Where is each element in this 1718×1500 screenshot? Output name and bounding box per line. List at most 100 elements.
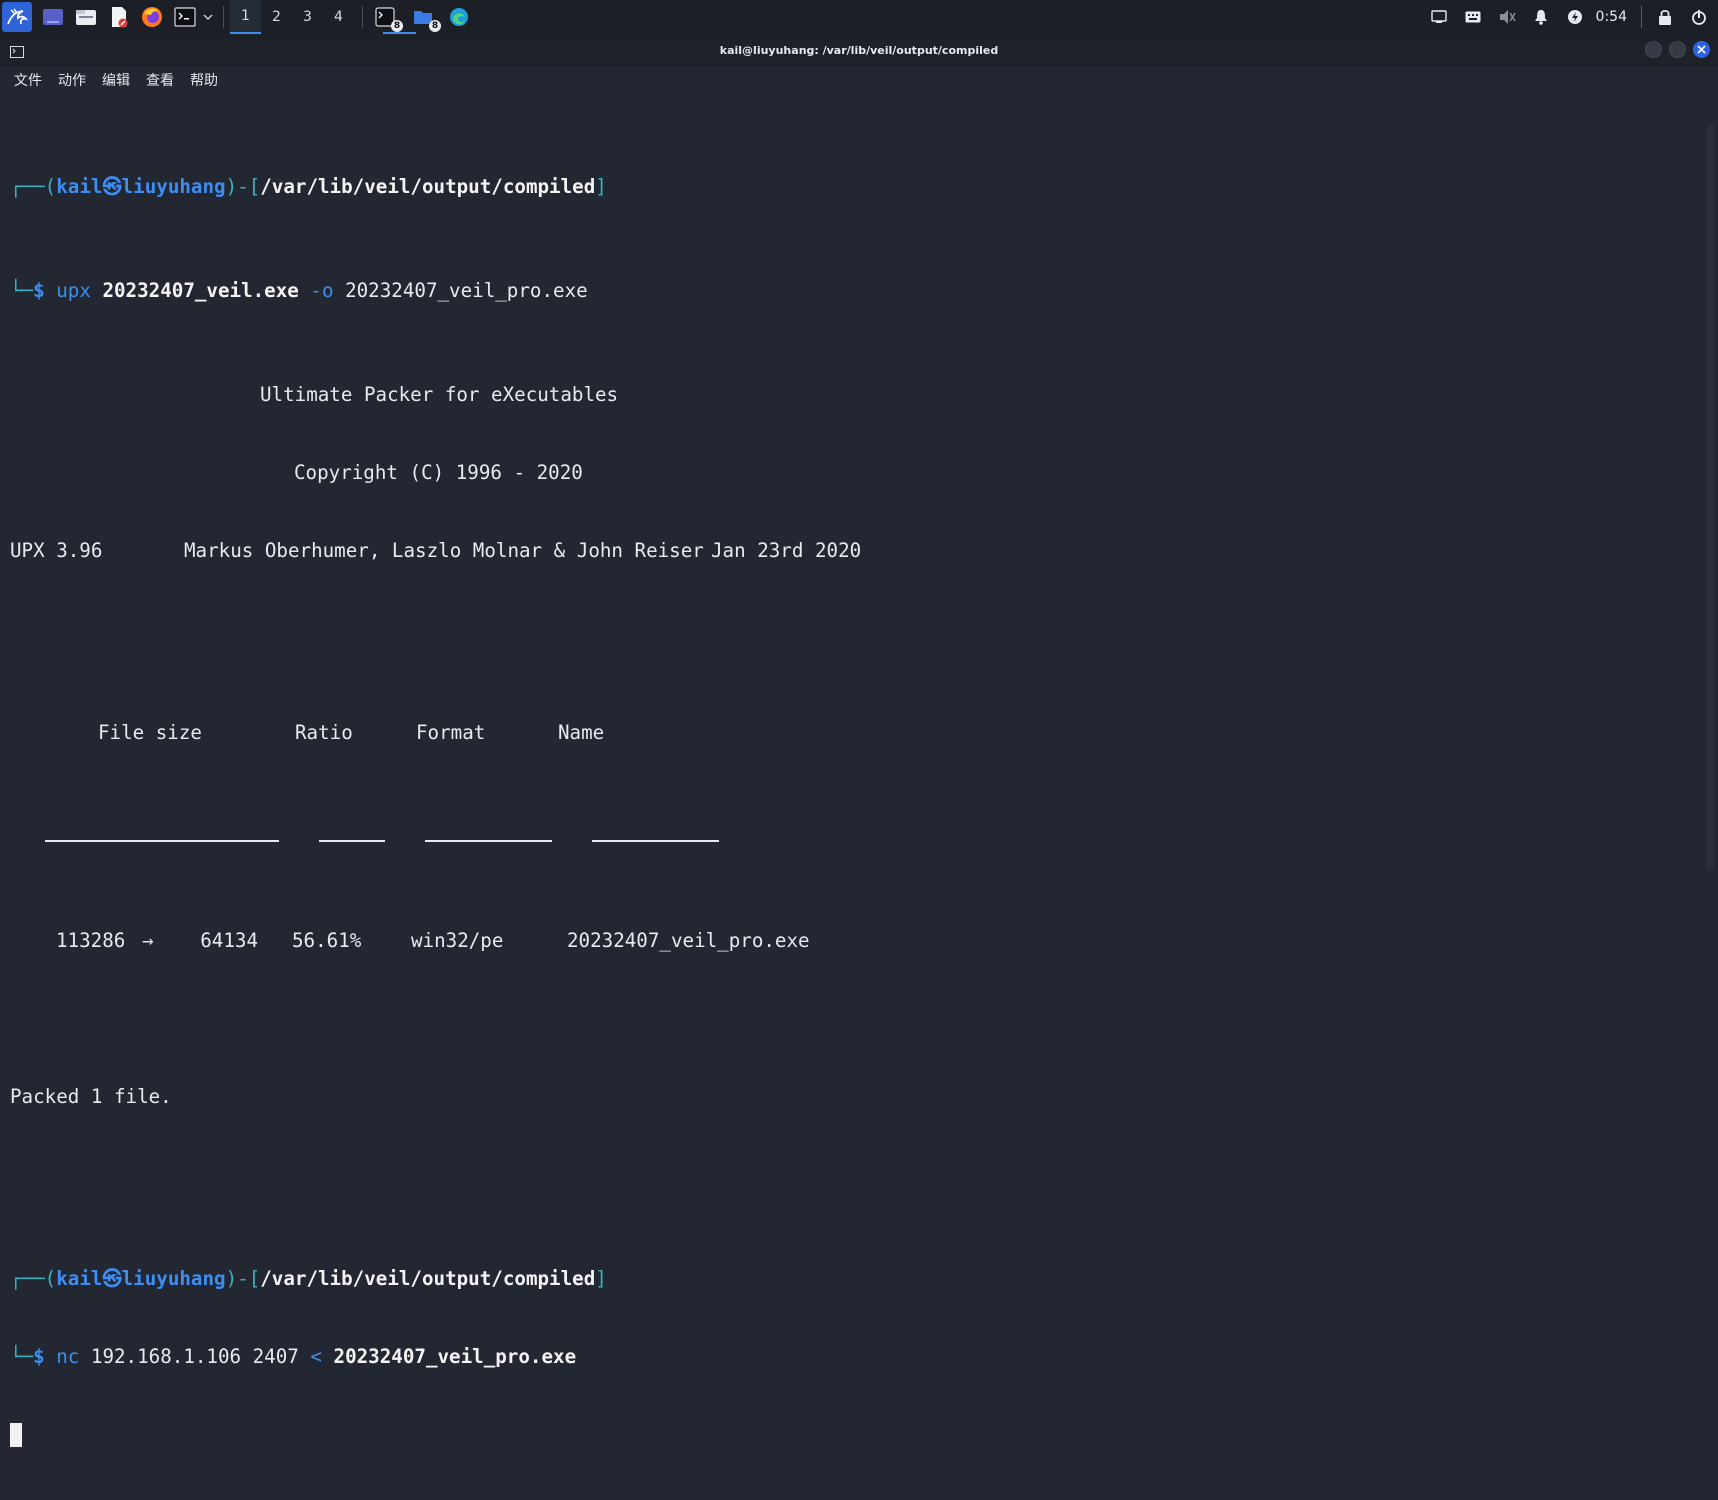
upx-date: Jan 23rd 2020 [711, 539, 862, 562]
terminal-output[interactable]: ┌──(kail㉿liuyuhang)-[/var/lib/veil/outpu… [10, 96, 861, 1500]
system-tray: 0:54 [1422, 0, 1718, 34]
cell-name: 20232407_veil_pro.exe [567, 929, 810, 952]
table-rule [319, 824, 385, 842]
close-icon [1697, 45, 1706, 54]
prompt-line: ┌──(kail㉿liuyuhang)-[/var/lib/veil/outpu… [10, 1267, 607, 1290]
command-arg: 20232407_veil_pro.exe [345, 279, 588, 302]
prompt-user: kail [56, 175, 103, 198]
terminal-window-icon[interactable] [10, 43, 24, 62]
command-args: 192.168.1.106 2407 [90, 1345, 299, 1368]
upx-banner-title: Ultimate Packer for eXecutables [260, 383, 619, 406]
cell-packed-size: 64134 [200, 929, 258, 952]
keyboard-icon[interactable] [1464, 8, 1482, 26]
cell-ratio: 56.61% [292, 929, 362, 952]
scrollbar[interactable] [1706, 124, 1714, 870]
command-line: └─$ nc 192.168.1.106 2407 < 20232407_vei… [10, 1345, 577, 1368]
cell-original-size: 113286 [56, 929, 126, 952]
upx-version: UPX 3.96 [10, 539, 103, 562]
output-line: Packed 1 file. [10, 1084, 861, 1110]
cell-format: win32/pe [411, 929, 504, 952]
files-task-badge: 8 [429, 20, 441, 32]
workspace-4[interactable]: 4 [323, 0, 354, 34]
notification-bell-icon[interactable] [1532, 8, 1550, 26]
prompt-at-symbol: ㉿ [102, 175, 122, 198]
command-arg: 20232407_veil_pro.exe [333, 1345, 577, 1368]
logout-icon[interactable] [1690, 8, 1708, 26]
chevron-down-icon[interactable] [201, 5, 215, 29]
workspace-1[interactable]: 1 [230, 0, 261, 34]
prompt-host: liuyuhang [121, 1267, 226, 1290]
text-editor-icon[interactable] [107, 5, 131, 29]
kali-menu-icon[interactable] [2, 2, 32, 32]
prompt-host: liuyuhang [121, 175, 226, 198]
menu-actions[interactable]: 动作 [50, 70, 94, 90]
clock[interactable]: 0:54 [1596, 9, 1627, 25]
terminal-task-icon[interactable]: 8 [373, 5, 403, 32]
terminal-cursor [10, 1423, 22, 1447]
header-file-size: File size [98, 721, 202, 744]
table-rule [592, 824, 719, 842]
maximize-button[interactable] [1669, 41, 1686, 58]
menu-bar: 文件 动作 编辑 查看 帮助 [0, 66, 1718, 94]
edge-browser-icon[interactable] [447, 5, 471, 29]
command-redirect: < [310, 1345, 322, 1368]
table-rule [45, 824, 279, 842]
minimize-button[interactable] [1645, 41, 1662, 58]
window-title: kail@liuyuhang: /var/lib/veil/output/com… [719, 43, 999, 57]
menu-help[interactable]: 帮助 [182, 70, 226, 90]
table-rule [425, 824, 552, 842]
prompt-line: ┌──(kail㉿liuyuhang)-[/var/lib/veil/outpu… [10, 175, 607, 198]
pack-result: Packed 1 file. [10, 1085, 172, 1108]
upx-authors: Markus Oberhumer, Laszlo Molnar & John R… [184, 539, 704, 562]
header-ratio: Ratio [295, 721, 353, 744]
arrow-icon: → [142, 929, 154, 952]
menu-file[interactable]: 文件 [6, 70, 50, 90]
prompt-user: kail [56, 1267, 103, 1290]
command-flag: -o [310, 279, 334, 302]
title-bar[interactable]: kail@liuyuhang: /var/lib/veil/output/com… [0, 34, 1718, 66]
prompt-dollar: $ [33, 279, 45, 302]
prompt-path: /var/lib/veil/output/compiled [260, 175, 596, 198]
prompt-dollar: $ [33, 1345, 45, 1368]
taskbar-left: 1 2 3 4 8 8 [0, 0, 471, 34]
workspace-3[interactable]: 3 [292, 0, 323, 34]
terminal-window: kail@liuyuhang: /var/lib/veil/output/com… [0, 34, 1718, 1447]
command-line: └─$ upx 20232407_veil.exe -o 20232407_ve… [10, 279, 588, 302]
taskbar: 1 2 3 4 8 8 0:54 [0, 0, 1718, 34]
lock-screen-icon[interactable] [1656, 8, 1674, 26]
volume-muted-icon[interactable] [1498, 8, 1516, 26]
output-line: UPX 3.96 Markus Oberhumer, Laszlo Molnar … [10, 538, 861, 564]
power-manager-icon[interactable] [1566, 8, 1584, 26]
header-name: Name [558, 721, 605, 744]
output-line: Copyright (C) 1996 - 2020 [10, 460, 861, 486]
prompt-at-symbol: ㉿ [102, 1267, 122, 1290]
taskbar-separator [223, 6, 224, 28]
header-format: Format [416, 721, 486, 744]
show-desktop-icon[interactable] [41, 5, 65, 29]
table-row: 113286 → 64134 56.61% win32/pe 20232407_veil_… [10, 928, 861, 954]
taskbar-separator [362, 6, 363, 28]
workspace-2[interactable]: 2 [261, 0, 292, 34]
prompt-path: /var/lib/veil/output/compiled [260, 1267, 596, 1290]
upx-banner-copyright: Copyright (C) 1996 - 2020 [294, 461, 583, 484]
firefox-icon[interactable] [140, 5, 164, 29]
command-arg: 20232407_veil.exe [102, 279, 299, 302]
menu-edit[interactable]: 编辑 [94, 70, 138, 90]
table-rule-line [10, 824, 861, 850]
terminal-task-badge: 8 [391, 20, 403, 32]
tray-separator [1641, 6, 1642, 28]
display-icon[interactable] [1430, 8, 1448, 26]
menu-view[interactable]: 查看 [138, 70, 182, 90]
command-name: nc [56, 1345, 80, 1368]
output-line: Ultimate Packer for eXecutables [10, 382, 861, 408]
close-button[interactable] [1693, 41, 1710, 58]
files-task-icon[interactable]: 8 [411, 5, 441, 32]
input-line[interactable] [10, 1422, 861, 1448]
command-name: upx [56, 279, 91, 302]
table-header: File size Ratio Format Name [10, 720, 861, 746]
file-manager-icon[interactable] [74, 5, 98, 29]
terminal-icon[interactable] [173, 5, 197, 29]
